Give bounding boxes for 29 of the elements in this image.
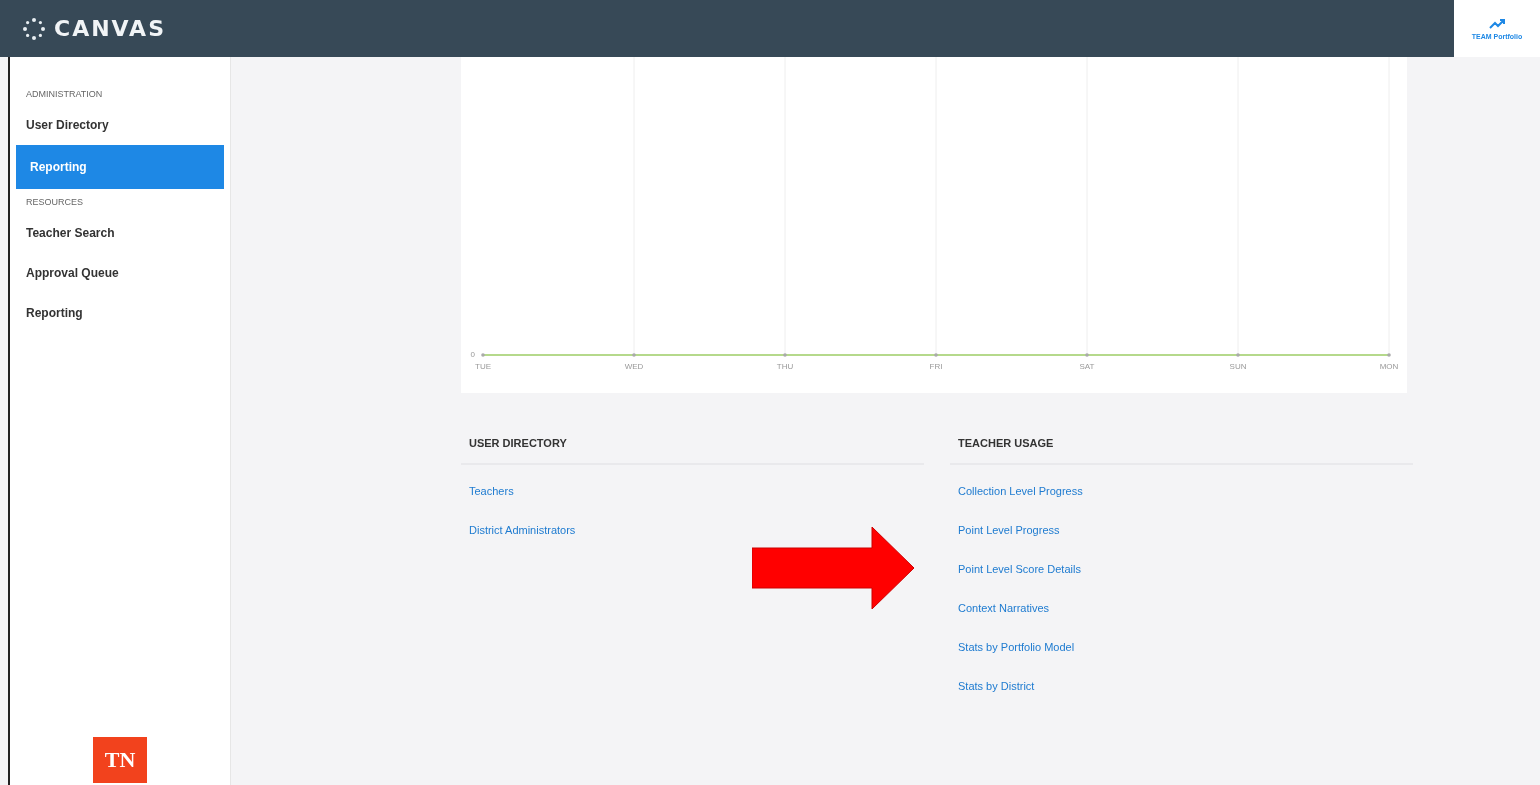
section-heading: RESOURCES [25,196,84,209]
sidebar-item[interactable]: Reporting [16,145,224,189]
report-link[interactable]: Collection Level Progress [950,484,1083,497]
section-heading: ADMINISTRATION [25,88,104,101]
axis-label: THU [776,362,794,371]
axis-tick-label: 0 [470,350,475,359]
sidebar-item[interactable]: Teacher Search [16,213,224,253]
report-link[interactable]: Teachers [461,484,514,497]
axis-label: WED [624,362,644,371]
axis-label: SAT [1079,362,1095,371]
sidebar-item[interactable]: Approval Queue [16,253,224,293]
logo-text: CANVAS [54,16,166,41]
report-link[interactable]: Point Level Progress [950,523,1060,536]
report-link[interactable]: District Administrators [461,523,576,536]
report-link[interactable]: Point Level Score Details [950,562,1081,575]
portfolio-icon [1489,17,1505,30]
sidebar-item[interactable]: User Directory [16,105,224,145]
logo-icon [22,16,46,41]
group-heading: USER DIRECTORY [461,433,924,465]
axis-label: TUE [475,362,491,371]
group-heading: TEACHER USAGE [950,433,1413,465]
axis-label: FRI [929,362,943,371]
report-link[interactable]: Stats by Portfolio Model [950,640,1075,653]
report-link[interactable]: Stats by District [950,679,1035,692]
axis-label: SUN [1229,362,1247,371]
axis-label: MON [1379,362,1399,371]
report-link[interactable]: Context Narratives [950,601,1050,614]
state-badge: TN [93,737,147,783]
sidebar-item[interactable]: Reporting [16,293,224,333]
